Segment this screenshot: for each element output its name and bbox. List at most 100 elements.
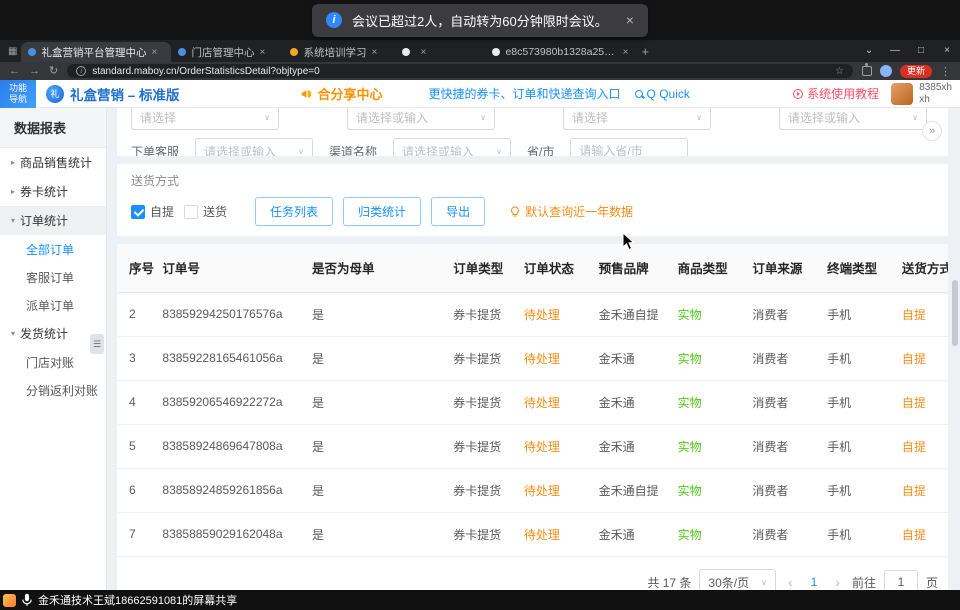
table-cell: 自提 [894,380,948,424]
filter-collapse-button[interactable]: » [922,121,942,141]
avatar [891,83,913,105]
self-pickup-checkbox[interactable]: 自提 [131,203,174,220]
caret-right-icon: ▸ [11,187,15,196]
sidebar-item-all-orders[interactable]: 全部订单 [0,235,106,263]
tab-close-icon[interactable]: × [420,47,426,58]
meeting-toast-bar: i 会议已超过2人，自动转为60分钟限时会议。 × [0,0,960,40]
browser-tab[interactable]: 门店管理中心 × [171,42,283,62]
page-size-select[interactable]: 30条/页 ∨ [699,569,776,591]
user-menu[interactable]: 8385xh xh [891,82,952,105]
favicon [402,48,410,56]
tutorial-label: 系统使用教程 [807,85,879,102]
page-number-current[interactable]: 1 [805,575,824,589]
caret-down-icon: ▾ [11,216,15,225]
browser-tab[interactable]: × [395,42,485,62]
back-icon[interactable]: ← [9,66,20,77]
tutorial-link[interactable]: 系统使用教程 [793,85,879,102]
table-cell: 自提 [894,336,948,380]
close-button[interactable]: × [934,40,960,62]
tab-close-icon[interactable]: × [371,47,377,58]
tab-close-icon[interactable]: × [259,47,265,58]
chevron-down-icon[interactable]: ⌄ [856,40,882,62]
table-cell: 3 [117,336,154,380]
browser-tab[interactable]: 礼盒营销平台管理中心 × [21,42,171,62]
table-cell: 消费者 [744,380,819,424]
browser-tab[interactable]: 系统培训学习 × [283,42,395,62]
tab-close-icon[interactable]: × [623,47,629,58]
browser-tab[interactable]: e8c573980b1328a258fd2e6il × [485,42,635,62]
table-cell: 6 [117,468,154,512]
export-button[interactable]: 导出 [431,197,485,226]
sidebar-item-product-sales[interactable]: ▸ 商品销售统计 [0,148,106,177]
reload-icon[interactable]: ↻ [49,66,58,77]
next-page-button[interactable]: › [831,574,844,590]
tab-close-icon[interactable]: × [151,47,157,58]
forward-icon[interactable]: → [29,66,40,77]
classify-stats-button[interactable]: 归类统计 [343,197,421,226]
nav-toggle-line2: 导航 [9,94,27,104]
sidebar-item-rebate-reconcile[interactable]: 分销返利对账 [0,376,106,404]
maximize-button[interactable]: □ [908,40,934,62]
checkbox-label: 送货 [203,203,227,220]
extensions-icon[interactable] [862,66,872,76]
quick-entry-text[interactable]: 更快捷的券卡、订单和快递查询入口 [429,85,621,102]
browser-update-button[interactable]: 更新 [900,65,932,78]
table-cell: 消费者 [744,292,819,336]
table-cell: 金禾通 [591,336,670,380]
sidebar-item-dispatch-orders[interactable]: 派单订单 [0,291,106,319]
favicon [178,48,186,56]
favicon [290,48,298,56]
status-badge: 待处理 [516,468,591,512]
sidebar-item-order-stats[interactable]: ▾ 订单统计 [0,206,106,235]
checkbox-label: 自提 [150,203,174,220]
toast-close-icon[interactable]: × [626,12,634,28]
table-cell: 手机 [819,424,894,468]
filter-row-clipped: 请选择 ∨ 请选择或输入 ∨ 请选择 ∨ 请选择或输入 [131,108,934,130]
quick-label: Q Quick [647,87,690,101]
task-list-button[interactable]: 任务列表 [255,197,333,226]
table-cell: 手机 [819,380,894,424]
table-cell: 83859206546922272a [154,380,304,424]
status-badge: 待处理 [516,380,591,424]
scrollbar[interactable] [952,280,958,346]
status-badge: 待处理 [516,424,591,468]
order-service-select[interactable]: 请选择或输入 ∨ [195,138,313,156]
province-city-input[interactable] [570,138,688,156]
delivery-checkbox[interactable]: 送货 [184,203,227,220]
minimize-button[interactable]: — [882,40,908,62]
channel-name-select[interactable]: 请选择或输入 ∨ [393,138,511,156]
select-placeholder: 请选择或输入 [402,143,474,157]
filter-select[interactable]: 请选择 ∨ [563,108,711,130]
table-cell: 5 [117,424,154,468]
play-circle-icon [793,89,803,99]
table-cell: 是 [304,336,445,380]
browser-profile-avatar[interactable] [880,65,892,77]
filter-select[interactable]: 请选择或输入 ∨ [347,108,495,130]
filter-label: 下单客服 [131,143,179,157]
sidebar-item-coupon-stats[interactable]: ▸ 券卡统计 [0,177,106,206]
goto-page-input[interactable] [884,570,918,590]
search-icon [635,90,643,98]
prev-page-button[interactable]: ‹ [784,574,797,590]
bookmark-star-icon[interactable]: ☆ [835,66,844,77]
site-info-icon[interactable]: i [76,66,86,76]
new-tab-button[interactable]: + [641,44,649,59]
filter-select[interactable]: 请选择 ∨ [131,108,279,130]
meeting-toast: i 会议已超过2人，自动转为60分钟限时会议。 × [312,4,648,37]
sidebar-collapse-handle[interactable]: ☰ [90,334,104,354]
filter-label: 渠道名称 [329,143,377,157]
column-header: 订单类型 [445,244,516,292]
quick-search-button[interactable]: Q Quick [635,87,690,101]
toolbar-buttons: 任务列表 归类统计 导出 [255,197,485,226]
sidebar-item-service-orders[interactable]: 客服订单 [0,263,106,291]
share-center-link[interactable]: 合分享中心 [300,84,383,103]
column-header: 订单号 [154,244,304,292]
filter-select[interactable]: 请选择或输入 ∨ [779,108,927,130]
function-nav-toggle[interactable]: 功能 导航 [0,80,36,108]
column-header: 订单状态 [516,244,591,292]
browser-menu-icon[interactable]: ⋮ [940,65,951,78]
tab-grid-icon[interactable]: ▦ [8,46,17,57]
url-bar[interactable]: i standard.maboy.cn/OrderStatisticsDetai… [67,64,853,78]
table-row: 4 83859206546922272a 是 券卡提货 待处理 金禾通 实物 消… [117,380,948,424]
table-cell: 金禾通自提 [591,292,670,336]
